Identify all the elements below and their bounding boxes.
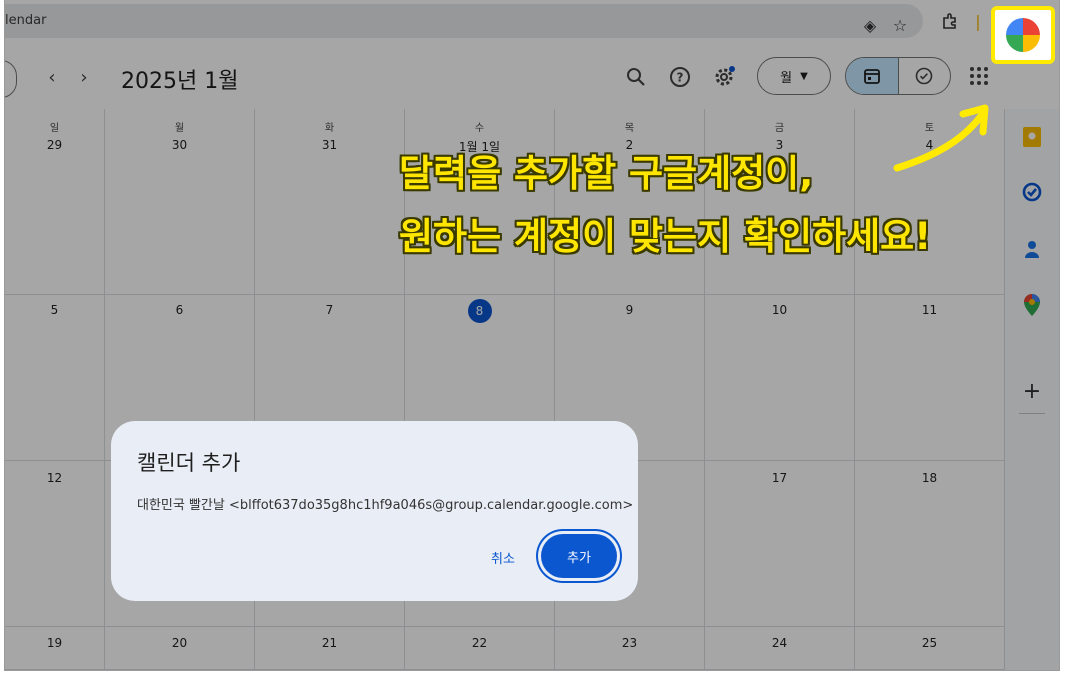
- annotation-line-1: 달력을 추가할 구글계정이,: [399, 152, 814, 195]
- annotation-arrow-icon: [893, 104, 989, 172]
- annotation-line-2: 원하는 계정이 맞는지 확인하세요!: [399, 215, 932, 258]
- add-button[interactable]: 추가: [541, 534, 617, 578]
- account-avatar[interactable]: [1006, 18, 1040, 52]
- dialog-body: 대한민국 빨간날 <blffot637do35g8hc1hf9a046s@gro…: [137, 498, 634, 513]
- add-calendar-dialog: 캘린더 추가 대한민국 빨간날 <blffot637do35g8hc1hf9a0…: [111, 421, 638, 601]
- account-avatar-highlight[interactable]: [991, 6, 1055, 64]
- cancel-button[interactable]: 취소: [477, 540, 529, 574]
- browser-window: lendar ◈ ☆ | ⋮ ‹ › 2025년 1월: [4, 0, 1060, 671]
- dialog-title: 캘린더 추가: [137, 451, 241, 475]
